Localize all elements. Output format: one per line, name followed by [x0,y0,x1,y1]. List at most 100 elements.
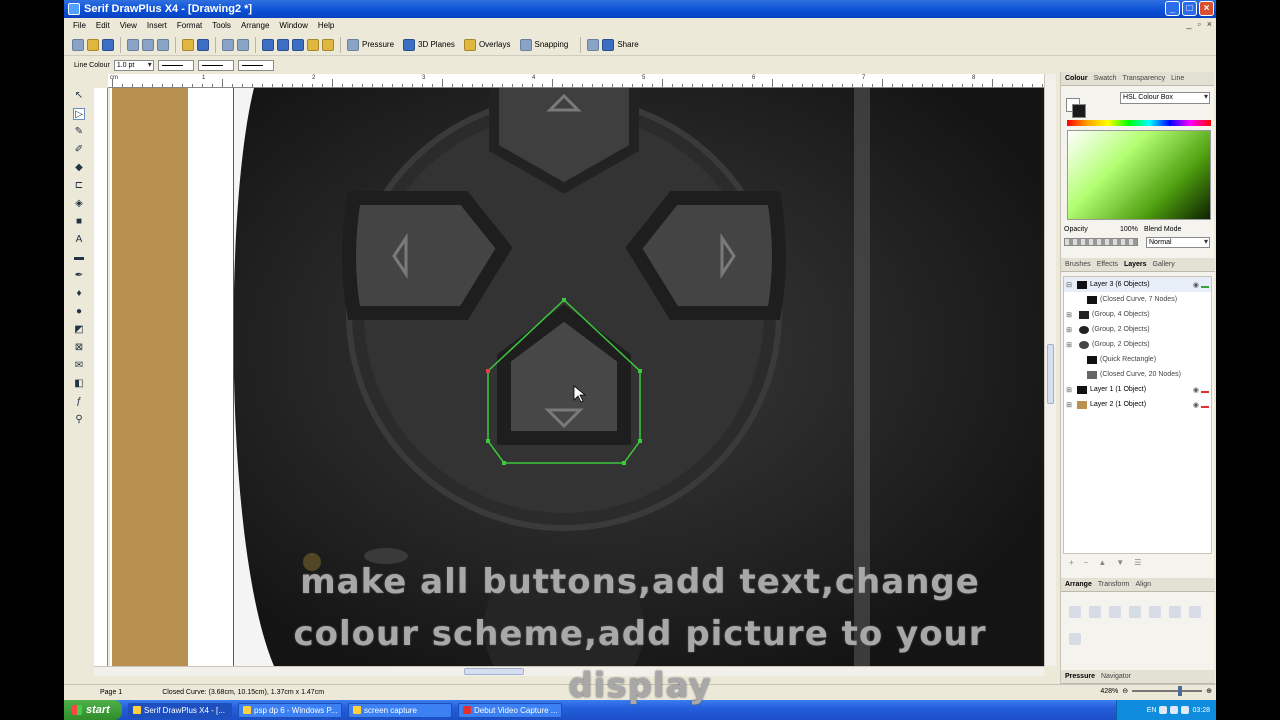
opacity-slider[interactable] [1064,238,1138,246]
order-icon[interactable] [292,38,304,51]
ungroup-icon[interactable] [322,38,334,51]
table-tool-icon[interactable]: ▬ [73,252,85,264]
tab-gallery[interactable]: Gallery [1153,261,1175,268]
object-row[interactable]: ⊞ (Group, 2 Objects) [1064,337,1211,352]
node-tool-icon[interactable]: ▷ [73,108,85,120]
text-tool-icon[interactable]: A [73,234,85,246]
colour-tabs: Colour Swatch Transparency Line [1061,72,1214,86]
tab-effects[interactable]: Effects [1097,261,1118,268]
tab-colour[interactable]: Colour [1065,75,1088,82]
maximize-button[interactable]: □ [1182,1,1197,16]
ruler-tick [412,84,413,87]
eye-icon[interactable]: ◉ [1193,281,1199,289]
eye-icon[interactable]: ◉ [1193,401,1199,409]
menu-view[interactable]: View [115,21,142,30]
new-icon[interactable] [72,38,84,51]
fill-swatch[interactable] [1072,104,1086,118]
colour-mode-combo[interactable]: HSL Colour Box [1120,92,1210,104]
menu-edit[interactable]: Edit [91,21,115,30]
transparency-tool-icon[interactable]: ● [73,306,85,318]
ruler-tick [1032,84,1033,87]
connector-tool-icon[interactable]: ⊏ [73,180,85,192]
snapping-button[interactable]: Snapping [519,38,575,51]
menu-arrange[interactable]: Arrange [236,21,274,30]
object-row[interactable]: (Closed Curve, 7 Nodes) [1064,292,1211,307]
roughen-tool-icon[interactable]: ◧ [73,378,85,390]
view-icon[interactable] [197,38,209,51]
pencil-tool-icon[interactable]: ✎ [73,126,85,138]
layer-row[interactable]: ⊞ Layer 1 (1 Object) ◉ [1064,382,1211,397]
shape-tool-icon[interactable]: ■ [73,216,85,228]
cut-icon[interactable] [127,38,139,51]
zoom-tool-icon[interactable]: ⚲ [73,414,85,426]
object-row[interactable]: (Closed Curve, 20 Nodes) [1064,367,1211,382]
pressure-button[interactable]: Pressure [347,38,400,51]
contour-tool-icon[interactable]: ◩ [73,324,85,336]
layer-row[interactable]: ⊟ Layer 3 (6 Objects) ◉ [1064,277,1211,292]
tab-transparency[interactable]: Transparency [1123,75,1166,82]
menu-format[interactable]: Format [172,21,207,30]
tab-brushes[interactable]: Brushes [1065,261,1091,268]
rotate-icon[interactable] [277,38,289,51]
format-painter-icon[interactable] [182,38,194,51]
paste-icon[interactable] [157,38,169,51]
vertical-scroll-thumb[interactable] [1047,344,1054,404]
toolbar-divider [120,36,121,53]
doc-restore-button[interactable]: ▫ [1198,19,1201,29]
overlays-button[interactable]: Overlays [463,38,517,51]
group-icon[interactable] [307,38,319,51]
menu-window[interactable]: Window [274,21,312,30]
menu-tools[interactable]: Tools [207,21,236,30]
line-cap-picker[interactable] [237,59,274,71]
share-button[interactable]: Share [602,38,644,51]
line-end-picker[interactable] [197,59,234,71]
hue-slider[interactable] [1067,120,1211,126]
menu-insert[interactable]: Insert [142,21,172,30]
eraser-tool-icon[interactable]: ◈ [73,198,85,210]
blend-mode-combo[interactable]: Normal [1146,237,1210,248]
expand-icon[interactable]: ⊞ [1064,386,1074,394]
expand-icon[interactable]: ⊞ [1064,401,1074,409]
object-row[interactable]: ⊞ (Group, 4 Objects) [1064,307,1211,322]
menu-file[interactable]: File [68,21,91,30]
color-picker-tool-icon[interactable]: ✒ [73,270,85,282]
save-icon[interactable] [102,38,114,51]
paint-tool-icon[interactable]: ♦ [73,288,85,300]
pointer-tool-icon[interactable]: ↖ [73,90,85,102]
copy-icon[interactable] [142,38,154,51]
brush-tool-icon[interactable]: ✐ [73,144,85,156]
expand-icon[interactable]: ⊞ [1064,341,1074,349]
minimize-button[interactable]: _ [1165,1,1180,16]
eye-icon[interactable]: ◉ [1193,386,1199,394]
tab-line[interactable]: Line [1171,75,1184,82]
expand-icon[interactable]: ⊞ [1064,311,1074,319]
ruler-tick [382,84,383,87]
line-width-combo[interactable]: 1.0 pt [113,59,154,71]
menu-help[interactable]: Help [313,21,339,30]
undo-icon[interactable] [222,38,234,51]
expand-icon[interactable]: ⊞ [1064,326,1074,334]
object-row[interactable]: (Quick Rectangle) [1064,352,1211,367]
tab-swatch[interactable]: Swatch [1094,75,1117,82]
open-icon[interactable] [87,38,99,51]
layer-row[interactable]: ⊞ Layer 2 (1 Object) ◉ [1064,397,1211,412]
collapse-icon[interactable]: ⊟ [1064,281,1074,289]
caption-line: display [568,666,712,706]
3d-planes-button[interactable]: 3D Planes [403,38,461,51]
line-style-picker[interactable] [157,59,194,71]
print-icon[interactable] [587,38,600,51]
opacity-value: 100% [1120,226,1138,233]
fill-tool-icon[interactable]: ◆ [73,162,85,174]
flip-icon[interactable] [262,38,274,51]
crop-tool-icon[interactable]: ⊠ [73,342,85,354]
effects-tool-icon[interactable]: ƒ [73,396,85,408]
close-button[interactable]: × [1199,1,1214,16]
tab-layers[interactable]: Layers [1124,261,1147,268]
object-row[interactable]: ⊞ (Group, 2 Objects) [1064,322,1211,337]
doc-close-button[interactable]: × [1207,19,1212,29]
envelope-tool-icon[interactable]: ✉ [73,360,85,372]
colour-box[interactable] [1067,130,1211,220]
redo-icon[interactable] [237,38,249,51]
doc-minimize-button[interactable]: _ [1187,19,1192,29]
fill-line-swatches[interactable] [1064,92,1094,118]
